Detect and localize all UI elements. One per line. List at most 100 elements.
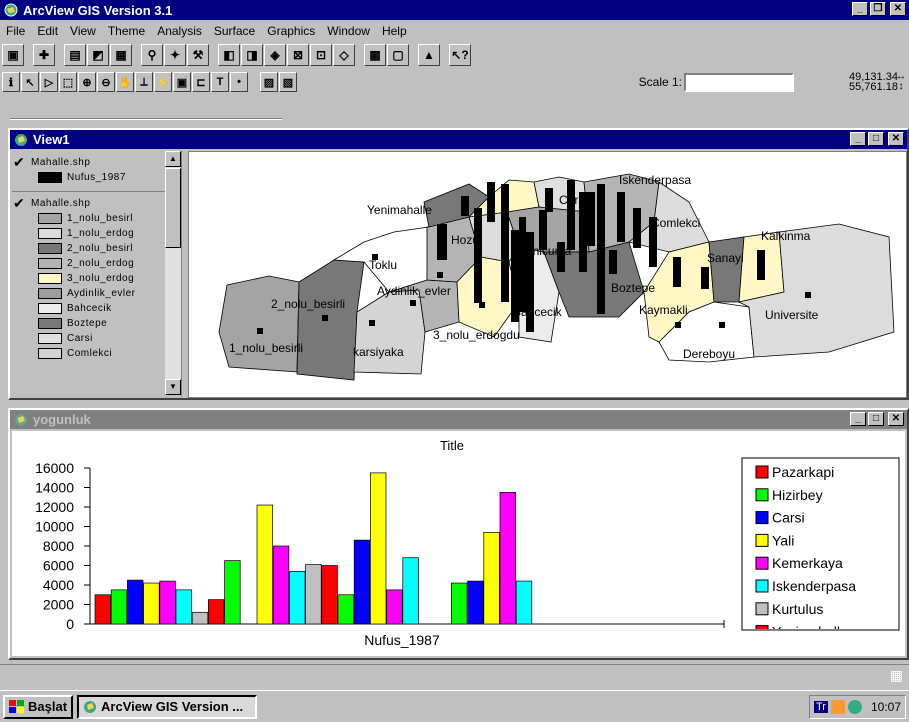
chart-bar <box>127 579 144 625</box>
find-icon[interactable]: ⚲ <box>141 44 163 66</box>
layout-icon[interactable]: ▲ <box>418 44 440 66</box>
edit-legend-icon[interactable]: ◩ <box>87 44 109 66</box>
chart-bar <box>94 594 111 625</box>
legend-class: 2_nolu_erdog <box>25 256 181 271</box>
measure-icon[interactable]: ⟂ <box>135 72 153 92</box>
chart-titlebar: yogunluk _ □ ✕ <box>10 410 907 429</box>
label-2-nolu-besirli: 2_nolu_besirli <box>271 297 345 311</box>
draw-point-icon[interactable]: • <box>230 72 248 92</box>
zoom-full-icon[interactable]: ◧ <box>218 44 240 66</box>
taskbar: Başlat ArcView GIS Version ... Tr 10:07 <box>0 690 909 722</box>
legend-label: 2_nolu_besirl <box>67 243 133 254</box>
view1-close-button[interactable]: ✕ <box>888 132 904 146</box>
chart-maximize-button[interactable]: □ <box>868 412 884 426</box>
zoom-previous-icon[interactable]: ◇ <box>333 44 355 66</box>
open-table-icon[interactable]: ▦ <box>110 44 132 66</box>
select-feature-icon[interactable]: ⬚ <box>59 72 77 92</box>
query-builder-icon[interactable]: ⚒ <box>187 44 209 66</box>
chart-close-button[interactable]: ✕ <box>888 412 904 426</box>
save-project-icon[interactable]: ▣ <box>2 44 24 66</box>
legend-swatch <box>755 533 769 547</box>
map-canvas[interactable]: Iskenderpasa Yenimahalle Carsi Comlekci … <box>188 151 907 398</box>
graphic-select-icon[interactable]: ▧ <box>279 72 297 92</box>
chart-minimize-button[interactable]: _ <box>850 412 866 426</box>
chart-bar <box>256 504 273 625</box>
theme-properties-icon[interactable]: ▤ <box>64 44 86 66</box>
area-of-interest-icon[interactable]: ▣ <box>173 72 191 92</box>
chart-bar <box>175 589 192 625</box>
polygon-2-nolu-besirli <box>296 259 365 381</box>
tray-globe-icon[interactable] <box>847 699 862 714</box>
chart-bar <box>191 611 209 625</box>
pan-icon[interactable]: ✋ <box>116 72 134 92</box>
pointer-icon[interactable]: ↖ <box>21 72 39 92</box>
start-button[interactable]: Başlat <box>3 694 74 719</box>
zoom-in-icon[interactable]: ⊠ <box>287 44 309 66</box>
task-arcview[interactable]: ArcView GIS Version ... <box>77 694 258 719</box>
menu-file[interactable]: File <box>0 24 31 38</box>
toc-theme1[interactable]: ✔ Mahalle.shp Nufus_1987 <box>10 151 181 185</box>
menu-analysis[interactable]: Analysis <box>151 24 208 38</box>
help-icon[interactable]: ↖? <box>449 44 471 66</box>
zoom-out-icon[interactable]: ⊡ <box>310 44 332 66</box>
scroll-thumb[interactable] <box>165 168 181 248</box>
zoom-in-tool-icon[interactable]: ⊕ <box>78 72 96 92</box>
scale-input[interactable] <box>684 72 794 92</box>
view1-minimize-button[interactable]: _ <box>850 132 866 146</box>
button-bar: ▣ ✚ ▤ ◩ ▦ ⚲ ✦ ⚒ ◧ ◨ ◈ ⊠ ⊡ ◇ ▩ ▢ ▲ ↖? <box>2 42 907 68</box>
label-yenimahalle: Yenimahalle <box>367 203 432 217</box>
clear-selected-icon[interactable]: ▢ <box>387 44 409 66</box>
toc-scrollbar[interactable]: ▲ ▼ <box>165 151 181 395</box>
theme2-checkbox[interactable]: ✔ <box>13 195 27 212</box>
text-icon[interactable]: T <box>211 72 229 92</box>
legend-swatch <box>38 303 62 314</box>
menu-view[interactable]: View <box>64 24 102 38</box>
menu-theme[interactable]: Theme <box>102 24 151 38</box>
legend-label: Boztepe <box>67 318 108 329</box>
legend-label: 1_nolu_erdog <box>67 228 135 239</box>
minimize-button[interactable]: _ <box>852 2 868 16</box>
select-by-theme-icon[interactable]: ▩ <box>364 44 386 66</box>
legend-swatch <box>38 318 62 329</box>
vertex-edit-icon[interactable]: ▷ <box>40 72 58 92</box>
y-tick-label: 10000 <box>35 519 74 535</box>
chart-canvas[interactable]: Title 16000 14000 12000 10000 8000 6000 4000 200… <box>12 431 905 656</box>
zoom-selected-icon[interactable]: ◈ <box>264 44 286 66</box>
legend-swatch <box>755 488 769 502</box>
label-icon[interactable]: ⊏ <box>192 72 210 92</box>
legend-label: Bahcecik <box>67 303 112 314</box>
coord-arrows-icon: ↔ ↕ <box>896 71 906 92</box>
legend-label: Aydinlik_evler <box>67 288 136 299</box>
restore-button[interactable]: ❐ <box>870 2 886 16</box>
menu-edit[interactable]: Edit <box>31 24 64 38</box>
zoom-active-icon[interactable]: ◨ <box>241 44 263 66</box>
menu-graphics[interactable]: Graphics <box>261 24 321 38</box>
chart-bar <box>483 531 500 625</box>
hotlink-icon[interactable]: ⚡ <box>154 72 172 92</box>
toc-theme2[interactable]: ✔ Mahalle.shp 1_nolu_besirl 1_nolu_erdog 2_… <box>10 195 181 361</box>
app-title: ArcView GIS Version 3.1 <box>23 2 173 18</box>
tray-app-icon[interactable] <box>830 699 845 714</box>
legend-swatch <box>38 348 62 359</box>
legend-label: Pazarkapi <box>772 464 834 480</box>
snap-icon[interactable]: ▨ <box>260 72 278 92</box>
locate-address-icon[interactable]: ✦ <box>164 44 186 66</box>
bar-symbol-swatch <box>38 172 62 183</box>
zoom-out-tool-icon[interactable]: ⊖ <box>97 72 115 92</box>
scroll-down-button[interactable]: ▼ <box>165 379 181 395</box>
language-indicator[interactable]: Tr <box>813 700 828 713</box>
y-tick-label: 12000 <box>35 499 74 515</box>
menu-help[interactable]: Help <box>376 24 413 38</box>
add-theme-icon[interactable]: ✚ <box>33 44 55 66</box>
close-button[interactable]: ✕ <box>890 2 906 16</box>
menu-surface[interactable]: Surface <box>208 24 261 38</box>
theme1-checkbox[interactable]: ✔ <box>13 154 27 171</box>
menu-window[interactable]: Window <box>321 24 376 38</box>
scroll-up-button[interactable]: ▲ <box>165 151 181 167</box>
chart-plot-title: Title <box>440 438 464 453</box>
toolbar-divider <box>10 118 282 120</box>
legend-label: 3_nolu_erdog <box>67 273 135 284</box>
legend-label: Yali <box>772 532 794 548</box>
view1-maximize-button[interactable]: □ <box>868 132 884 146</box>
identify-icon[interactable]: ℹ <box>2 72 20 92</box>
